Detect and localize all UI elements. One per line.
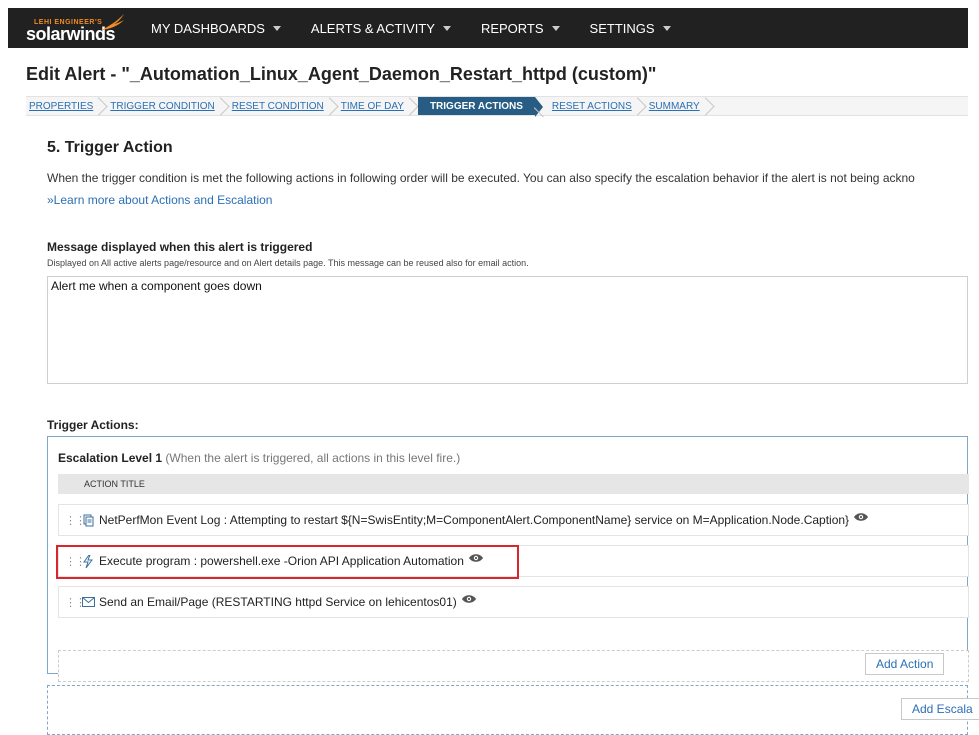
- brand-logo[interactable]: LEHI ENGINEER'S solarwinds: [8, 8, 136, 48]
- nav-label: REPORTS: [480, 20, 544, 36]
- active-step-arrow: [534, 97, 543, 117]
- action-title-column-header: ACTION TITLE: [58, 474, 969, 494]
- nav-label: SETTINGS: [589, 20, 655, 36]
- nav-label: ALERTS & ACTIVITY: [310, 20, 435, 36]
- main-nav: MY DASHBOARDS ALERTS & ACTIVITY REPORTS …: [136, 8, 686, 48]
- nav-alerts-activity[interactable]: ALERTS & ACTIVITY: [296, 8, 466, 48]
- nav-label: MY DASHBOARDS: [151, 20, 265, 36]
- escalation-title: Escalation Level 1 (When the alert is tr…: [58, 451, 460, 465]
- email-icon: [81, 595, 95, 609]
- escalation-hint: (When the alert is triggered, all action…: [165, 451, 461, 465]
- learn-more-link[interactable]: »Learn more about Actions and Escalation: [47, 193, 272, 207]
- page-title: Edit Alert - "_Automation_Linux_Agent_Da…: [26, 64, 657, 84]
- add-action-area: Add Action: [58, 650, 969, 682]
- chevron-down-icon: [551, 25, 560, 31]
- action-row[interactable]: ⋮⋮ NetPerfMon Event Log : Attempting to …: [58, 504, 969, 536]
- eye-icon[interactable]: [853, 512, 869, 522]
- event-log-icon: [81, 513, 95, 527]
- escalation-level-name: Escalation Level 1: [58, 451, 163, 465]
- add-escalation-area: Add Escala: [47, 685, 979, 735]
- step-reset-actions[interactable]: RESET ACTIONS: [549, 97, 646, 115]
- add-action-button[interactable]: Add Action: [865, 653, 945, 675]
- drag-handle-icon[interactable]: ⋮⋮: [65, 596, 86, 609]
- section-heading: 5. Trigger Action: [47, 139, 173, 156]
- step-trigger-condition[interactable]: TRIGGER CONDITION: [107, 97, 228, 115]
- wizard-steps: PROPERTIES TRIGGER CONDITION RESET CONDI…: [26, 96, 968, 117]
- top-nav-bar: LEHI ENGINEER'S solarwinds MY DASHBOARDS…: [8, 8, 968, 48]
- step-trigger-actions[interactable]: TRIGGER ACTIONS: [417, 97, 535, 115]
- step-reset-condition[interactable]: RESET CONDITION: [229, 97, 338, 115]
- eye-icon[interactable]: [461, 594, 477, 604]
- section-description: When the trigger condition is met the fo…: [47, 171, 915, 185]
- chevron-down-icon: [662, 25, 671, 31]
- chevron-down-icon: [272, 25, 281, 31]
- message-label: Message displayed when this alert is tri…: [47, 240, 313, 254]
- nav-settings[interactable]: SETTINGS: [575, 8, 686, 48]
- message-textarea[interactable]: Alert me when a component goes down: [47, 276, 968, 384]
- main-content: 5. Trigger Action When the trigger condi…: [26, 117, 979, 735]
- trigger-actions-label: Trigger Actions:: [47, 418, 139, 432]
- action-title: NetPerfMon Event Log : Attempting to res…: [99, 513, 850, 527]
- drag-handle-icon[interactable]: ⋮⋮: [65, 514, 86, 527]
- nav-my-dashboards[interactable]: MY DASHBOARDS: [136, 8, 296, 48]
- message-sublabel: Displayed on All active alerts page/reso…: [47, 258, 529, 268]
- chevron-down-icon: [442, 25, 451, 31]
- step-summary[interactable]: SUMMARY: [646, 97, 714, 115]
- flame-icon: [102, 14, 124, 30]
- add-escalation-button[interactable]: Add Escala: [901, 698, 979, 720]
- nav-reports[interactable]: REPORTS: [466, 8, 575, 48]
- highlight-box: [56, 545, 519, 579]
- step-properties[interactable]: PROPERTIES: [26, 97, 107, 115]
- action-title: Send an Email/Page (RESTARTING httpd Ser…: [99, 595, 457, 609]
- action-row[interactable]: ⋮⋮ Send an Email/Page (RESTARTING httpd …: [58, 586, 969, 618]
- step-time-of-day[interactable]: TIME OF DAY: [338, 97, 418, 115]
